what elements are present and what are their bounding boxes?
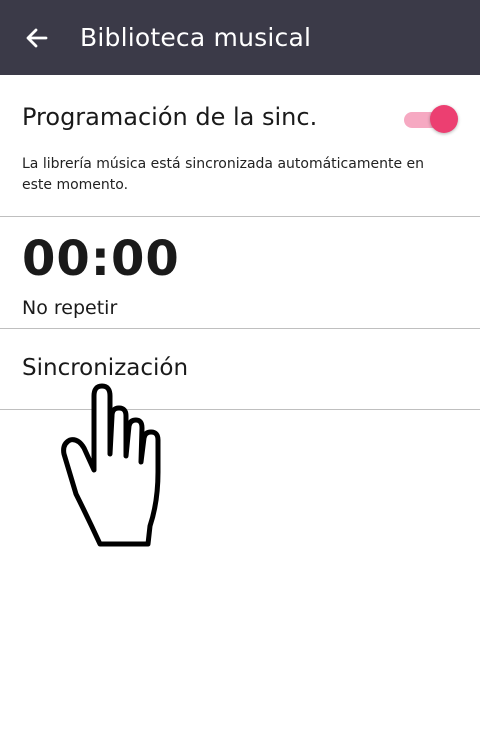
toggle-thumb [430,105,458,133]
back-button[interactable] [0,0,74,75]
sync-time-value: 00:00 [22,231,180,287]
page-title: Biblioteca musical [80,23,312,52]
arrow-left-icon [26,28,48,47]
sync-label: Sincronización [22,355,189,381]
pointing-hand-icon [61,383,161,547]
sync-schedule-description: La librería música está sincronizada aut… [22,156,424,193]
repeat-label: No repetir [22,297,118,319]
app-bar: Biblioteca musical [0,0,480,75]
sync-schedule-title: Programación de la sinc. [22,103,318,131]
sync-time-row[interactable]: 00:00 No repetir [0,217,480,329]
sync-schedule-row[interactable]: Programación de la sinc. La librería mús… [0,75,480,217]
sync-schedule-toggle[interactable] [404,105,458,133]
